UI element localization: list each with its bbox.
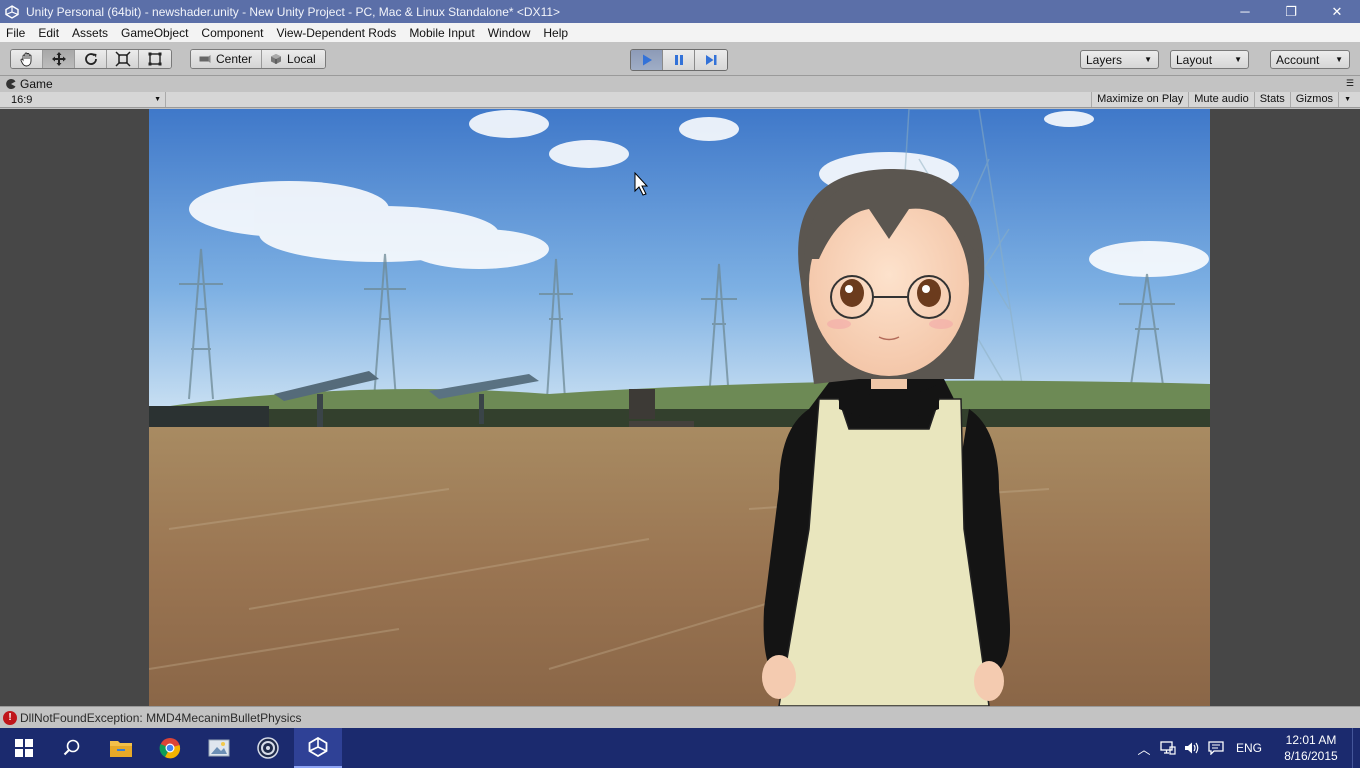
play-icon [642, 54, 652, 66]
play-button[interactable] [631, 50, 663, 70]
clock-time: 12:01 AM [1285, 733, 1337, 747]
pivot-icon [199, 55, 211, 63]
rect-icon [148, 52, 162, 66]
volume-icon[interactable] [1180, 741, 1204, 755]
layout-label: Layout [1176, 52, 1213, 67]
pacman-icon [6, 79, 16, 89]
transform-tools [10, 49, 172, 69]
restore-button[interactable]: ❐ [1268, 0, 1314, 23]
pivot-center-button[interactable]: Center [191, 50, 263, 68]
menu-window[interactable]: Window [481, 26, 537, 40]
clock[interactable]: 12:01 AM 8/16/2015 [1274, 732, 1348, 764]
clock-date: 8/16/2015 [1284, 749, 1338, 763]
tab-game[interactable]: Game [6, 76, 53, 92]
playmode-controls [630, 49, 728, 71]
maximize-on-play-toggle[interactable]: Maximize on Play [1091, 92, 1188, 107]
layout-dropdown[interactable]: Layout ▼ [1170, 50, 1249, 69]
pivot-local-button[interactable]: Local [262, 50, 325, 68]
unity-logo-icon [4, 4, 20, 20]
system-tray: ︿ ENG 12:01 AM 8/16/2015 [1132, 728, 1360, 768]
menu-component[interactable]: Component [194, 26, 269, 40]
layers-label: Layers [1086, 52, 1123, 67]
menu-bar: File Edit Assets GameObject Component Vi… [0, 23, 1360, 42]
taskbar-cinema4d[interactable] [244, 728, 292, 768]
aspect-ratio-dropdown[interactable]: 16:9 ▼ [4, 92, 166, 107]
taskbar-unity[interactable] [294, 728, 342, 768]
menu-gameobject[interactable]: GameObject [114, 26, 194, 40]
step-icon [706, 55, 717, 65]
mute-audio-toggle[interactable]: Mute audio [1188, 92, 1253, 107]
taskbar-chrome[interactable] [146, 728, 194, 768]
game-render[interactable] [149, 109, 1210, 706]
pause-button[interactable] [663, 50, 695, 70]
scale-icon [114, 51, 131, 67]
move-icon [51, 52, 66, 66]
gizmos-dropdown[interactable]: Gizmos [1289, 92, 1338, 107]
chrome-icon [159, 738, 181, 759]
menu-view-dependent-rods[interactable]: View-Dependent Rods [269, 26, 402, 40]
aspect-ratio-label: 16:9 [11, 93, 33, 106]
tray-overflow-icon[interactable]: ︿ [1132, 739, 1156, 758]
rotate-tool-button[interactable] [75, 50, 107, 68]
taskbar-file-explorer[interactable] [97, 728, 145, 768]
account-label: Account [1276, 52, 1320, 67]
title-bar: Unity Personal (64bit) - newshader.unity… [0, 0, 1360, 23]
photo-viewer-icon [208, 739, 230, 757]
pivot-toggles: Center Local [190, 49, 326, 69]
chevron-down-icon: ▼ [154, 96, 161, 103]
taskbar-photo-viewer[interactable] [195, 728, 243, 768]
cube-icon [271, 54, 282, 64]
game-tab-bar: Game ☰ [0, 76, 1360, 92]
console-status-bar[interactable]: ! DllNotFoundException: MMD4MecanimBulle… [0, 706, 1360, 728]
game-scene-image [149, 109, 1210, 706]
status-message[interactable]: DllNotFoundException: MMD4MecanimBulletP… [20, 711, 301, 725]
pivot-center-label: Center [216, 52, 253, 66]
pivot-local-label: Local [287, 52, 316, 66]
tab-menu-icon[interactable]: ☰ [1346, 78, 1354, 89]
menu-file[interactable]: File [0, 26, 31, 40]
scale-tool-button[interactable] [107, 50, 139, 68]
menu-help[interactable]: Help [536, 26, 574, 40]
chevron-down-icon: ▼ [1335, 55, 1343, 64]
windows-taskbar: ︿ ENG 12:01 AM 8/16/2015 [0, 728, 1360, 768]
tab-game-label: Game [20, 77, 53, 91]
cinema4d-icon [257, 737, 279, 759]
notifications-icon[interactable] [1204, 741, 1228, 755]
pause-icon [674, 55, 683, 65]
unity-icon [308, 737, 328, 757]
step-button[interactable] [695, 50, 727, 70]
chevron-down-icon[interactable]: ▼ [1338, 92, 1356, 107]
network-icon[interactable] [1156, 741, 1180, 755]
game-view-toolbar: 16:9 ▼ Maximize on Play Mute audio Stats … [0, 92, 1360, 108]
close-button[interactable]: ✕ [1314, 0, 1360, 23]
search-icon [63, 739, 80, 756]
input-language[interactable]: ENG [1228, 741, 1274, 755]
rotate-icon [84, 53, 97, 65]
account-dropdown[interactable]: Account ▼ [1270, 50, 1350, 69]
menu-mobile-input[interactable]: Mobile Input [402, 26, 480, 40]
hand-tool-button[interactable] [11, 50, 43, 68]
file-explorer-icon [110, 741, 132, 757]
move-tool-button[interactable] [43, 50, 75, 68]
stats-toggle[interactable]: Stats [1253, 92, 1290, 107]
start-button[interactable] [0, 728, 48, 768]
minimize-button[interactable]: ─ [1222, 0, 1268, 23]
toolbar: Center Local Layers ▼ Layout ▼ Account ▼ [0, 42, 1360, 76]
rect-tool-button[interactable] [139, 50, 171, 68]
hand-icon [20, 52, 31, 67]
chevron-down-icon: ▼ [1144, 55, 1152, 64]
menu-assets[interactable]: Assets [65, 26, 114, 40]
menu-edit[interactable]: Edit [31, 26, 65, 40]
show-desktop-button[interactable] [1352, 728, 1360, 768]
chevron-down-icon: ▼ [1234, 55, 1242, 64]
layers-dropdown[interactable]: Layers ▼ [1080, 50, 1159, 69]
error-icon: ! [3, 710, 17, 725]
search-button[interactable] [48, 728, 96, 768]
window-title: Unity Personal (64bit) - newshader.unity… [26, 4, 561, 19]
windows-logo-icon [15, 739, 33, 757]
game-viewport[interactable] [0, 109, 1360, 706]
